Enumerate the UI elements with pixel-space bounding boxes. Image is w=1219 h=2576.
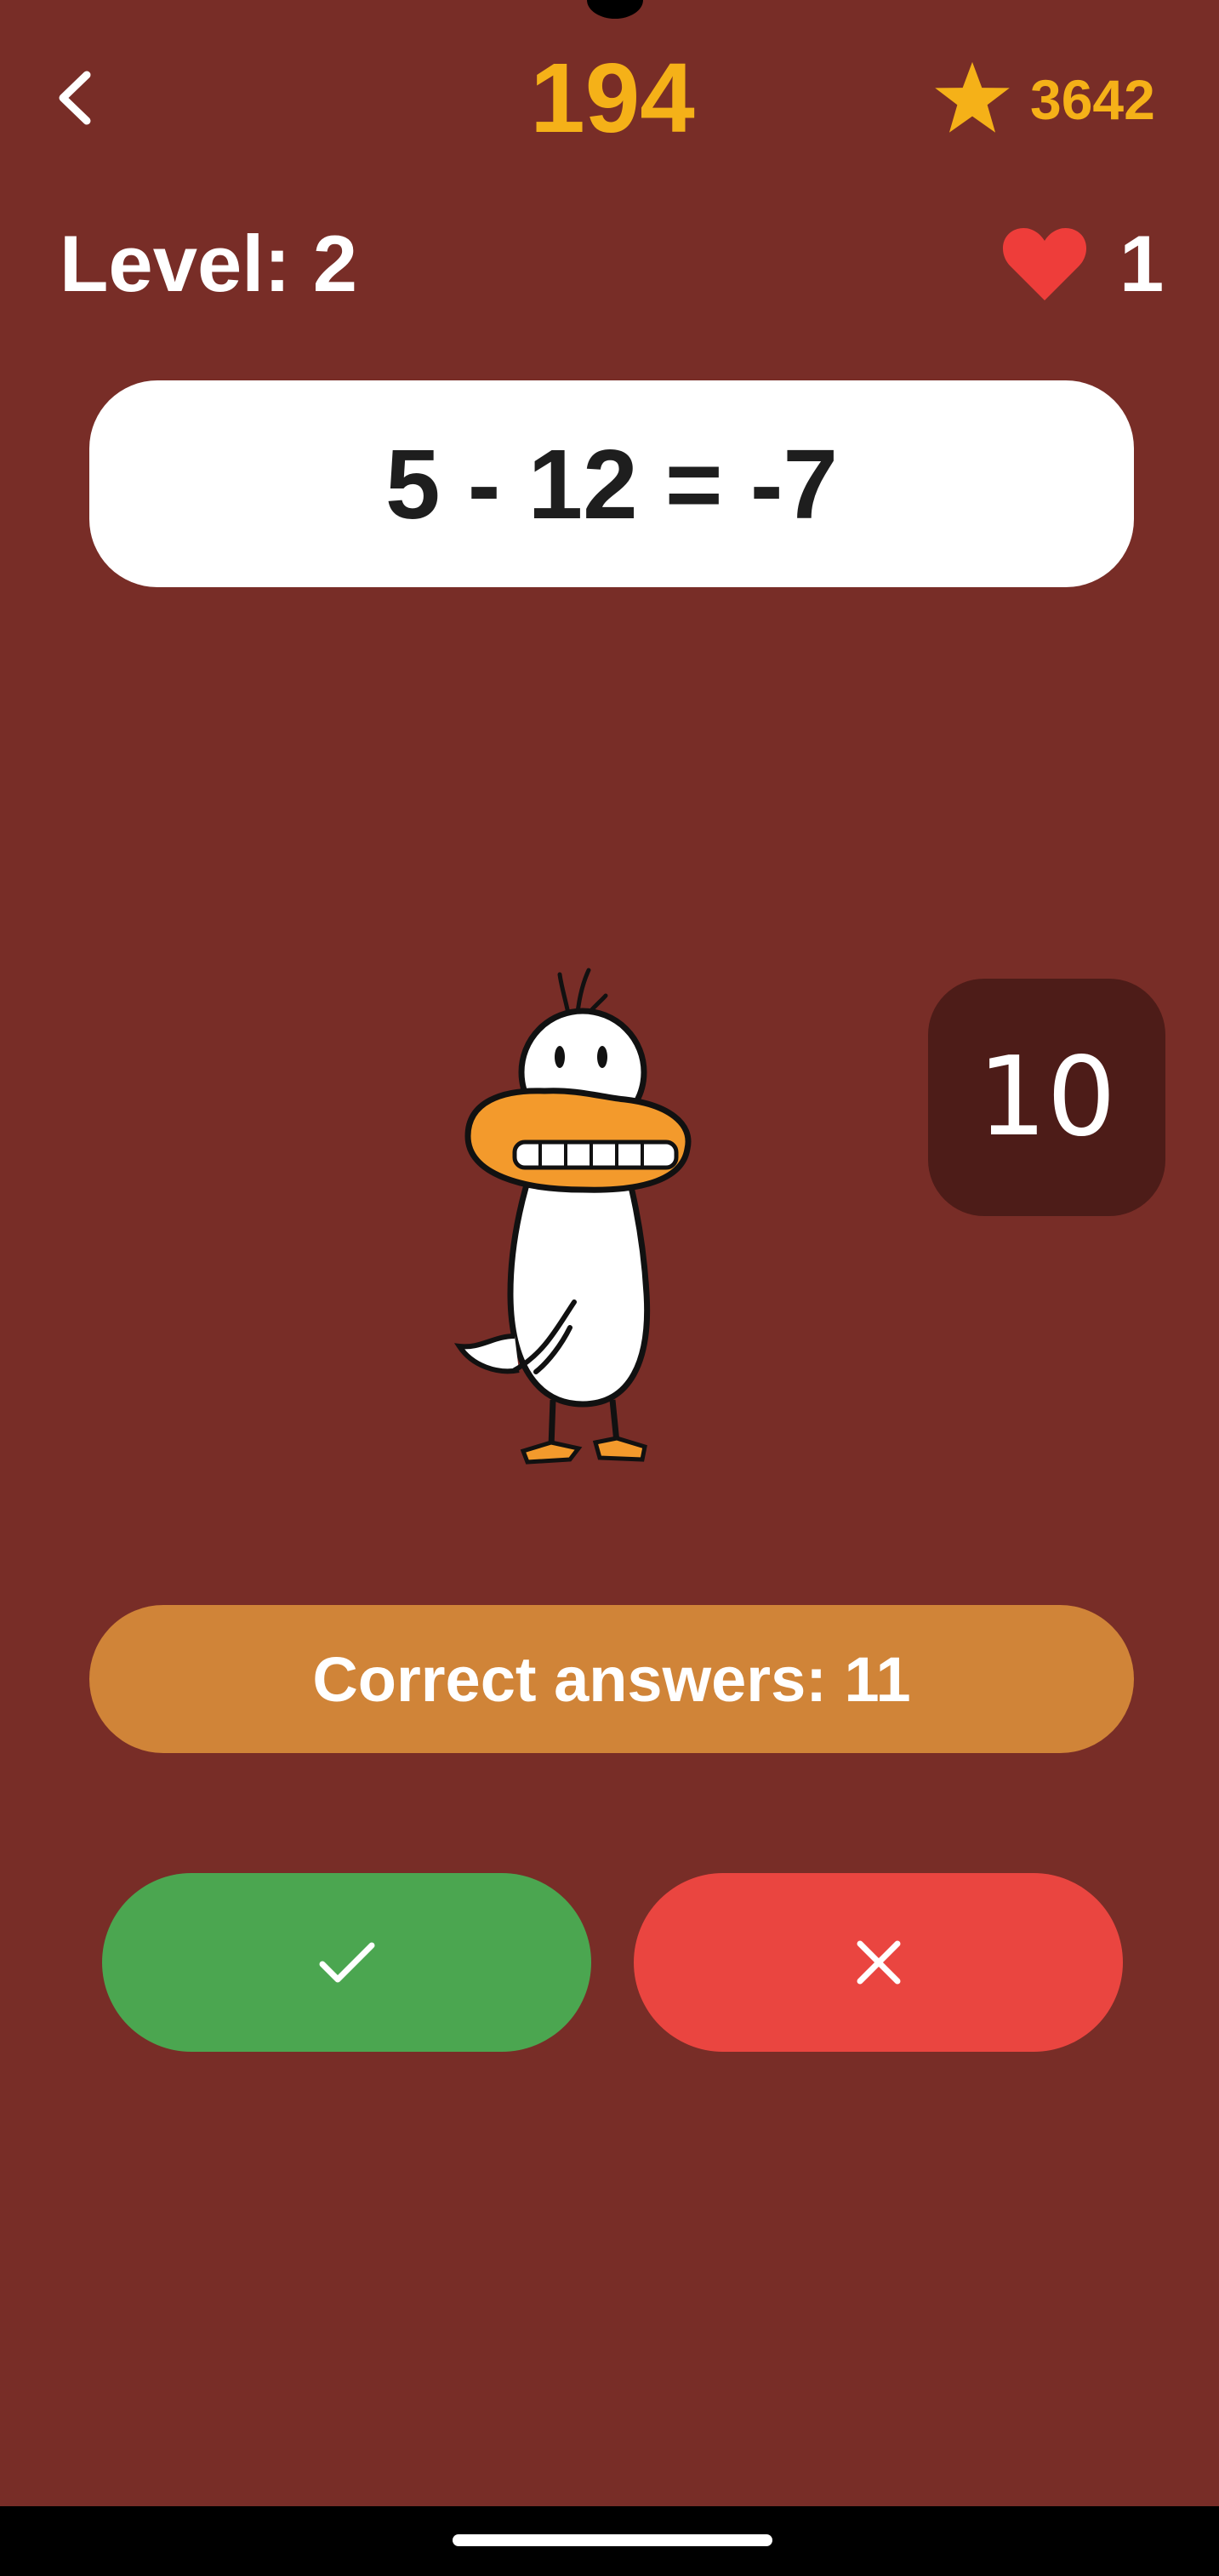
lives-counter: 1 [1002, 213, 1164, 315]
chevron-left-icon [59, 71, 91, 125]
stars-counter: 3642 [931, 53, 1155, 146]
level-label: Level: 2 [60, 219, 358, 308]
correct-answers-text: Correct answers: 11 [312, 1643, 911, 1715]
timer: 194 [530, 43, 695, 153]
correct-answers-bar: Correct answers: 11 [89, 1605, 1134, 1753]
lives-value: 1 [1119, 219, 1165, 308]
true-button[interactable] [102, 1873, 591, 2052]
heart-icon [1002, 227, 1087, 300]
duck-character [442, 962, 715, 1472]
star-icon [935, 61, 1010, 133]
close-icon [857, 1940, 900, 1985]
stars-value: 3642 [1030, 68, 1155, 131]
question-counter-value: 10 [977, 1034, 1116, 1161]
front-camera [587, 0, 643, 19]
false-button[interactable] [634, 1873, 1123, 2052]
question-counter: 10 [928, 979, 1165, 1216]
checkmark-icon [319, 1942, 374, 1983]
equation-card: 5 - 12 = -7 [89, 380, 1134, 587]
home-indicator[interactable] [453, 2534, 772, 2546]
back-button[interactable] [43, 60, 111, 136]
equation-text: 5 - 12 = -7 [385, 428, 838, 540]
